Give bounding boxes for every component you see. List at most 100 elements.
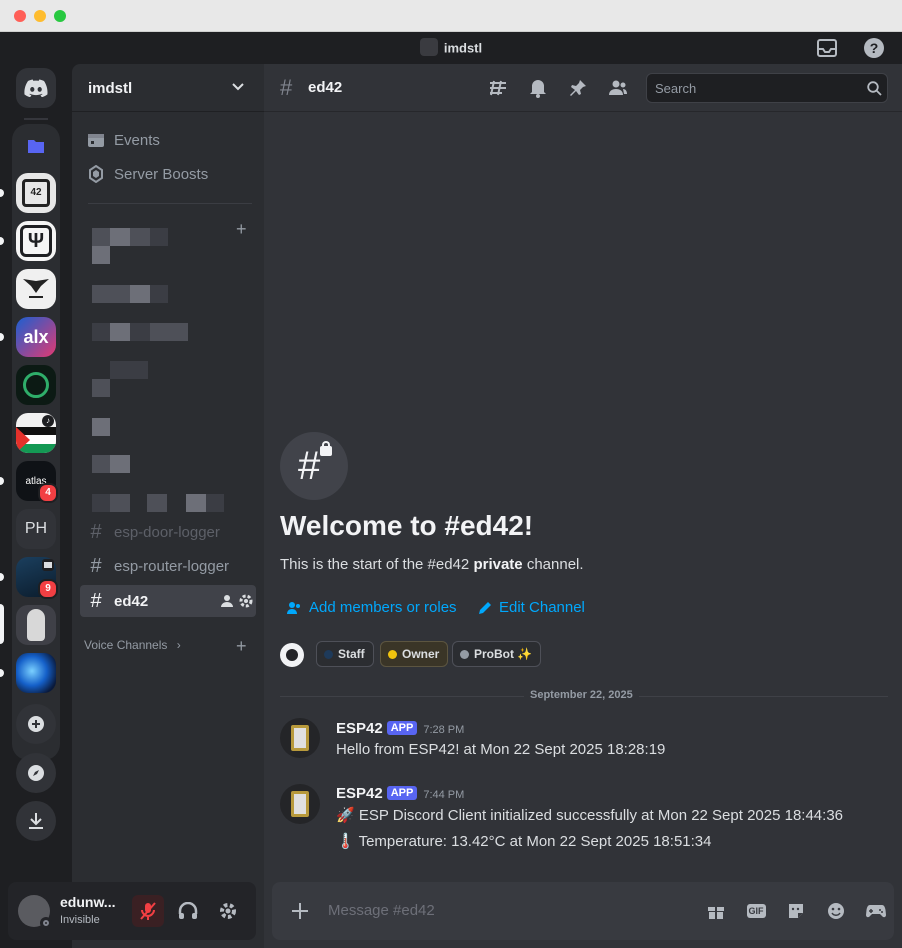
message-author[interactable]: ESP42 — [336, 720, 383, 737]
avatar[interactable] — [280, 718, 320, 758]
gif-button[interactable]: GIF — [744, 899, 768, 923]
channel-lock-icon: # — [280, 432, 348, 500]
server-alx-icon[interactable]: alx — [16, 317, 56, 357]
role-tag-owner[interactable]: Owner — [380, 641, 449, 667]
home-button[interactable] — [16, 68, 56, 108]
add-members-button[interactable]: Add members or roles — [286, 599, 457, 616]
notifications-button[interactable] — [526, 76, 550, 100]
channel-title: ed42 — [308, 79, 343, 96]
download-apps-button[interactable] — [16, 801, 56, 841]
desc-suffix: channel. — [522, 556, 584, 573]
chevron-down-icon — [232, 83, 244, 91]
server-green-icon[interactable] — [16, 365, 56, 405]
maximize-window-button[interactable] — [54, 10, 66, 22]
search-bar[interactable]: Search — [646, 73, 888, 103]
role-tag-probot[interactable]: ProBot ✨ — [452, 641, 542, 667]
role-tag-staff[interactable]: Staff — [316, 641, 374, 667]
upload-button[interactable] — [288, 899, 312, 923]
server-eagle-icon[interactable] — [16, 269, 56, 309]
channel-esp-door-logger[interactable]: # esp-door-logger — [80, 516, 256, 548]
inbox-icon[interactable] — [817, 39, 837, 57]
server-name: imdstl — [88, 80, 133, 97]
message-input[interactable]: Message #ed42 — [328, 902, 435, 919]
search-placeholder: Search — [655, 81, 697, 96]
channel-sidebar: imdstl Events Server Boosts + # esp-door… — [72, 64, 264, 948]
members-icon — [609, 80, 627, 95]
threads-icon — [490, 80, 506, 96]
events-label: Events — [114, 131, 160, 149]
emoji-icon — [828, 903, 844, 919]
server-imdstl-icon[interactable] — [16, 605, 56, 645]
welcome-title: Welcome to #ed42! — [280, 510, 534, 541]
user-name[interactable]: edunw... — [60, 894, 115, 910]
folder-button[interactable] — [16, 126, 56, 166]
pinned-messages-button[interactable] — [566, 76, 590, 100]
download-icon — [29, 813, 43, 829]
minimize-window-button[interactable] — [34, 10, 46, 22]
window-titlebar — [0, 0, 902, 32]
server-boosts-item[interactable]: Server Boosts — [80, 158, 256, 190]
gear-icon[interactable] — [238, 593, 254, 609]
chevron-right-icon: › — [176, 638, 181, 652]
message-header: ESP42 APP 7:28 PM — [336, 720, 464, 738]
channel-esp-router-logger[interactable]: # esp-router-logger — [80, 550, 256, 582]
unread-indicator — [0, 189, 4, 197]
headphones-icon — [178, 902, 198, 919]
server-42-icon[interactable]: 42 — [16, 173, 56, 213]
avatar[interactable] — [280, 784, 320, 824]
server-night-icon[interactable]: 9 — [16, 557, 58, 599]
pencil-icon — [479, 601, 491, 614]
role-color-dot — [388, 649, 397, 659]
edit-channel-button[interactable]: Edit Channel — [478, 599, 585, 616]
server-atlas-icon[interactable]: atlas 4 — [16, 461, 58, 503]
events-item[interactable]: Events — [80, 124, 256, 156]
category-label: Voice Channels — [84, 638, 168, 652]
threads-button[interactable] — [486, 76, 510, 100]
server-trident-icon[interactable]: Ψ — [16, 221, 56, 261]
server-blue-icon[interactable] — [16, 653, 56, 693]
emoji-button[interactable] — [824, 899, 848, 923]
sticker-icon — [789, 904, 803, 918]
close-window-button[interactable] — [14, 10, 26, 22]
voice-channels-category[interactable]: Voice Channels › — [84, 638, 181, 652]
gift-button[interactable] — [704, 899, 728, 923]
app-topbar: imdstl ? — [0, 32, 902, 64]
channel-ed42[interactable]: # ed42 — [80, 585, 256, 617]
message-header: ESP42 APP 7:44 PM — [336, 785, 464, 803]
invite-icon[interactable] — [220, 594, 234, 608]
user-settings-button[interactable] — [212, 895, 244, 927]
edit-channel-label: Edit Channel — [499, 599, 585, 616]
server-boosts-label: Server Boosts — [114, 165, 209, 183]
avatar[interactable] — [18, 895, 52, 929]
message-author[interactable]: ESP42 — [336, 785, 383, 802]
role-avatar — [280, 643, 304, 667]
add-members-label: Add members or roles — [309, 599, 457, 616]
server-flag-icon[interactable]: ♪ — [16, 413, 56, 453]
message-composer: Message #ed42 GIF — [272, 882, 894, 940]
window-title: imdstl — [0, 38, 902, 58]
microphone-muted-icon — [140, 902, 156, 920]
hashtag-icon: # — [90, 520, 102, 543]
app-badge: APP — [386, 721, 418, 735]
help-icon[interactable]: ? — [864, 38, 884, 58]
member-list-button[interactable] — [606, 76, 630, 100]
chat-area: # ed42 Search # Welcome to #ed42! This i… — [264, 64, 902, 948]
mute-button[interactable] — [132, 895, 164, 927]
message-timestamp: 7:28 PM — [423, 724, 465, 736]
add-channel-plus-icon[interactable]: + — [236, 220, 247, 238]
channel-label: esp-door-logger — [114, 523, 220, 541]
discover-button[interactable] — [16, 753, 56, 793]
hashtag-icon: # — [90, 554, 102, 577]
activities-button[interactable] — [864, 899, 888, 923]
date-divider-label: September 22, 2025 — [524, 689, 639, 701]
gif-icon: GIF — [746, 904, 766, 918]
server-ph-icon[interactable]: PH — [16, 509, 56, 549]
deafen-button[interactable] — [172, 895, 204, 927]
role-color-dot — [460, 649, 469, 659]
unread-indicator — [0, 333, 4, 341]
sticker-button[interactable] — [784, 899, 808, 923]
add-members-icon — [287, 601, 300, 614]
add-server-button[interactable] — [16, 704, 56, 744]
add-voice-channel-plus-icon[interactable]: + — [236, 637, 247, 655]
server-header[interactable]: imdstl — [72, 64, 264, 112]
